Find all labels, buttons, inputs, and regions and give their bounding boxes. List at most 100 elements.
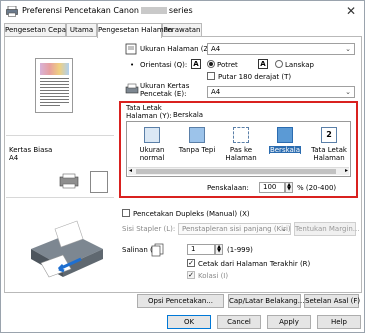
preview-text-line: [40, 93, 69, 94]
print-from-last-page-label: Cetak dari Halaman Terakhir (R): [198, 260, 311, 268]
preview-text-line: [40, 87, 69, 88]
printer-paper-select[interactable]: A4 ⌄: [207, 86, 355, 98]
window-title: Preferensi Pencetakan Canon series: [22, 6, 193, 15]
layout-option-scaled[interactable]: Berskala: [263, 123, 307, 167]
layout-option-label: Berskala: [263, 146, 307, 154]
window-title-prefix: Preferensi Pencetakan Canon: [22, 6, 139, 15]
layout-option-label-line2: Halaman: [313, 154, 345, 162]
divider: [6, 135, 114, 136]
scaling-label: Penskalaan:: [207, 184, 249, 192]
layout-horizontal-scrollbar[interactable]: ◂ ▸: [128, 167, 349, 175]
preview-text-line: [40, 84, 69, 85]
layout-option-label: Tanpa Tepi: [175, 146, 219, 154]
scaling-stepper[interactable]: ▲ ▼: [285, 182, 293, 193]
layout-option-label-line1: Berskala: [263, 146, 307, 154]
rotate-180-checkbox[interactable]: [207, 72, 215, 80]
copies-range-text: (1-999): [227, 246, 253, 254]
scroll-right-icon[interactable]: ▸: [345, 167, 348, 174]
printer-illustration: [31, 220, 103, 278]
preview-text-line: [40, 81, 69, 82]
media-info: Kertas Biasa A4: [9, 146, 52, 162]
defaults-button[interactable]: Setelan Asal (F): [304, 294, 360, 308]
landscape-radio[interactable]: [275, 60, 283, 68]
layout-option-label-line1-text: Berskala: [268, 146, 302, 154]
chevron-down-icon: ⌄: [345, 88, 351, 96]
printer-paper-label-2: Pencetak (E):: [140, 90, 187, 98]
scaling-input[interactable]: 100: [259, 182, 285, 193]
page-size-select[interactable]: A4 ⌄: [207, 43, 355, 55]
scroll-left-icon[interactable]: ◂: [129, 167, 132, 174]
layout-option-label-line1: Pas ke: [229, 146, 253, 154]
paper-mini-icon: [90, 171, 108, 193]
page-layout-list: Ukuran normal Tanpa Tepi Pas ke Halaman …: [126, 121, 351, 177]
scrollbar-thumb[interactable]: [136, 169, 336, 174]
portrait-radio[interactable]: [207, 60, 215, 68]
title-bar: Preferensi Pencetakan Canon series ✕: [1, 1, 364, 22]
layout-option-label: Ukuran normal: [129, 146, 175, 162]
portrait-a-icon: A: [191, 59, 201, 69]
collate-checkbox[interactable]: ✓: [187, 271, 195, 279]
copies-icon: [151, 243, 164, 257]
cancel-button[interactable]: Cancel: [217, 315, 261, 329]
orientation-bullet: •: [130, 61, 135, 69]
tab-quick-setup[interactable]: Pengesetan Cepat: [4, 23, 69, 37]
media-type-text: Kertas Biasa: [9, 146, 53, 154]
apply-button[interactable]: Apply: [267, 315, 311, 329]
preview-text-line: [40, 102, 69, 103]
preview-text-line: [40, 99, 69, 100]
stapling-side-select[interactable]: Penstapleran sisi panjang (Kiri) ⌄: [178, 223, 291, 235]
stamp-background-button[interactable]: Cap/Latar Belakang...: [228, 294, 304, 308]
preview-text-line: [40, 78, 69, 79]
layout-label-2: Halaman (Y):: [126, 112, 172, 120]
landscape-label: Lanskap: [285, 61, 314, 69]
layout-option-label-line1: Ukuran normal: [139, 146, 165, 162]
preview-text-line: [40, 105, 60, 106]
printer-paper-value: A4: [211, 88, 221, 96]
stapling-side-value: Penstapleran sisi panjang (Kiri): [182, 225, 291, 233]
printer-paper-icon: [125, 83, 139, 94]
print-options-button[interactable]: Opsi Pencetakan...: [137, 294, 224, 308]
layout-current-value: Berskala: [173, 111, 204, 119]
layout-option-page-layout[interactable]: 2 Tata Letak Halaman: [307, 123, 351, 167]
specify-margin-button[interactable]: Tentukan Margin...: [294, 222, 359, 236]
rotate-180-label: Putar 180 derajat (T): [218, 73, 292, 81]
redacted-model-name: [140, 7, 167, 14]
borderless-icon: [189, 127, 205, 143]
layout-option-normal-size[interactable]: Ukuran normal: [129, 123, 175, 167]
page-preview: [35, 58, 73, 113]
page-layout-icon: 2: [321, 127, 337, 143]
divider: [6, 197, 114, 198]
ok-button[interactable]: OK: [167, 315, 211, 329]
tab-main[interactable]: Utama: [66, 23, 97, 37]
layout-label-1: Tata Letak: [126, 104, 162, 112]
printer-app-icon: [6, 6, 18, 17]
portrait-label: Potret: [217, 61, 238, 69]
page-size-icon: [125, 43, 137, 55]
print-from-last-page-checkbox[interactable]: ✓: [187, 259, 195, 267]
preview-image: [40, 63, 69, 75]
preview-text-line: [40, 90, 69, 91]
copies-stepper[interactable]: ▲ ▼: [215, 244, 223, 255]
page-size-value: A4: [211, 45, 221, 53]
layout-option-borderless[interactable]: Tanpa Tepi: [175, 123, 219, 167]
stapling-side-label: Sisi Stapler (L):: [122, 225, 176, 233]
help-button[interactable]: Help: [317, 315, 361, 329]
duplex-checkbox[interactable]: [122, 209, 130, 217]
chevron-down-icon: ⌄: [281, 225, 287, 233]
collate-label: Kolasi (I): [198, 272, 229, 280]
chevron-down-icon: ⌄: [345, 45, 351, 53]
scaling-range-text: % (20-400): [297, 184, 337, 192]
copies-input[interactable]: 1: [187, 244, 215, 255]
scaled-icon: [277, 127, 293, 143]
page-size-label: Ukuran Halaman (Z):: [140, 45, 214, 53]
close-button[interactable]: ✕: [342, 3, 360, 19]
printer-mini-icon: [59, 173, 79, 189]
fit-to-page-icon: [233, 127, 249, 143]
duplex-label: Pencetakan Dupleks (Manual) (X): [133, 210, 250, 218]
normal-size-icon: [144, 127, 160, 143]
layout-option-label: Tata Letak Halaman: [307, 146, 351, 162]
printer-paper-label-1: Ukuran Kertas: [140, 82, 190, 90]
layout-option-label: Pas ke Halaman: [219, 146, 263, 162]
tab-page-setup[interactable]: Pengesetan Halaman: [97, 23, 172, 38]
layout-option-fit-to-page[interactable]: Pas ke Halaman: [219, 123, 263, 167]
